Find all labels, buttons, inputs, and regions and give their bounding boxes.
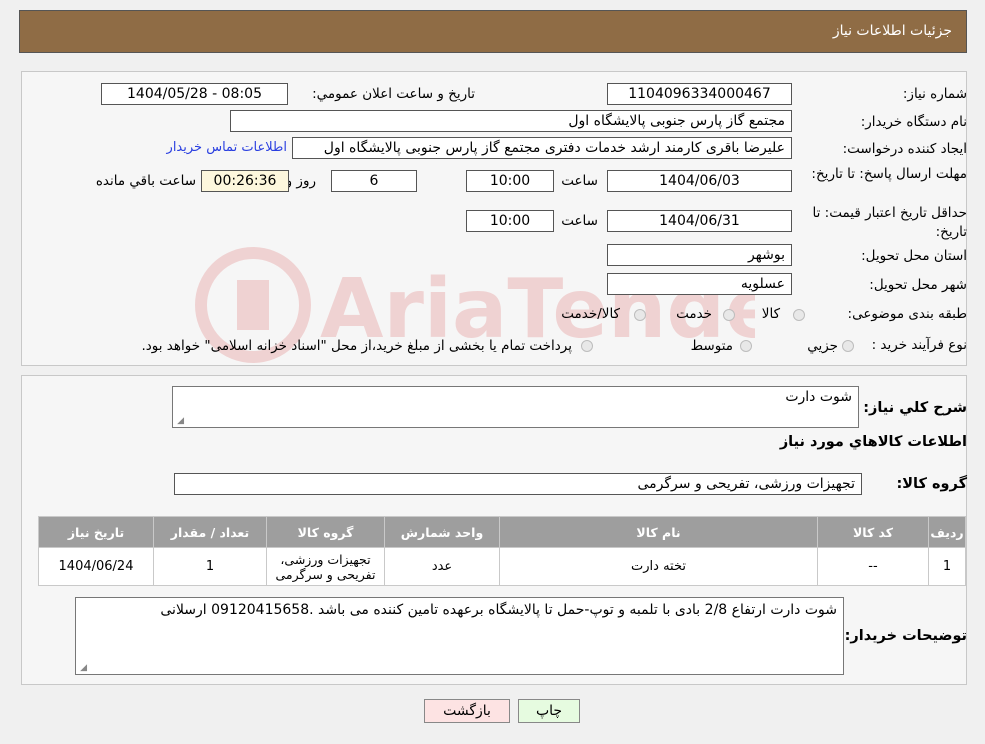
cell-group: تجهیزات ورزشی، تفریحی و سرگرمی: [266, 547, 385, 586]
cell-quantity: 1: [153, 547, 267, 586]
summary-textarea[interactable]: شوت دارت ◢: [172, 386, 859, 428]
remaining-time-label: ساعت باقي مانده: [95, 173, 196, 189]
category-goods-service-label: کالا/خدمت: [561, 306, 620, 322]
process-minor-label: جزیي: [807, 338, 838, 354]
creator-label: ایجاد کننده درخواست:: [842, 141, 967, 157]
col-header-row-number: ردیف: [928, 516, 966, 548]
buyer-contact-link[interactable]: اطلاعات تماس خریدار: [167, 140, 287, 155]
table-row: 1 -- تخته دارت عدد تجهیزات ورزشی، تفریحی…: [38, 547, 966, 586]
col-header-need-date: تاریخ نیاز: [38, 516, 154, 548]
col-header-quantity: تعداد / مقدار: [153, 516, 267, 548]
category-service-label: خدمت: [676, 306, 712, 322]
cell-row-number: 1: [928, 547, 966, 586]
validity-date-field: 1404/06/31: [607, 210, 792, 232]
need-number-label: شماره نیاز:: [902, 86, 967, 102]
category-goods-radio[interactable]: [793, 309, 805, 321]
page-header: جزئیات اطلاعات نیاز: [19, 10, 967, 53]
category-goods-service-radio[interactable]: [634, 309, 646, 321]
buyer-label: نام دستگاه خریدار:: [860, 114, 967, 130]
category-service-radio[interactable]: [723, 309, 735, 321]
cell-name: تخته دارت: [499, 547, 818, 586]
province-label: استان محل تحویل:: [861, 248, 967, 264]
col-header-unit: واحد شمارش: [384, 516, 500, 548]
price-validity-label: حداقل تاریخ اعتبار قیمت: تا تاریخ:: [812, 205, 967, 240]
process-medium-radio[interactable]: [740, 340, 752, 352]
days-field: 6: [331, 170, 417, 192]
items-table-wrapper: ردیف کد کالا نام کالا واحد شمارش گروه کا…: [38, 516, 966, 586]
resize-grip-icon[interactable]: ◢: [79, 664, 87, 673]
process-medium-label: متوسط: [690, 338, 733, 354]
resize-grip-icon[interactable]: ◢: [176, 417, 184, 426]
city-label: شهر محل تحویل:: [869, 277, 967, 293]
process-treasury-note: پرداخت تمام یا بخشی از مبلغ خرید،از محل …: [141, 338, 572, 354]
announce-label: تاریخ و ساعت اعلان عمومي:: [312, 86, 475, 102]
process-type-label: نوع فرآیند خرید :: [871, 337, 967, 353]
items-table: ردیف کد کالا نام کالا واحد شمارش گروه کا…: [38, 516, 966, 586]
creator-field: علیرضا باقری کارمند ارشد خدمات دفتری مجت…: [292, 137, 792, 159]
reply-time-field: 10:00: [466, 170, 554, 192]
page-title: جزئیات اطلاعات نیاز: [832, 23, 952, 39]
summary-label: شرح کلي نیاز:: [863, 400, 967, 416]
cell-code: --: [817, 547, 929, 586]
province-field: بوشهر: [607, 244, 792, 266]
col-header-group: گروه کالا: [266, 516, 385, 548]
validity-time-field: 10:00: [466, 210, 554, 232]
buyer-notes-label: توضیحات خریدار:: [844, 628, 967, 644]
goods-info-title: اطلاعات کالاهاي مورد نیاز: [779, 434, 967, 450]
category-goods-label: کالا: [761, 306, 780, 322]
process-treasury-radio[interactable]: [581, 340, 593, 352]
summary-text: شوت دارت: [785, 389, 852, 405]
buyer-notes-textarea[interactable]: شوت دارت ارتفاع 2/8 بادی با تلمبه و توپ-…: [75, 597, 844, 675]
table-header-row: ردیف کد کالا نام کالا واحد شمارش گروه کا…: [38, 516, 966, 548]
goods-group-label: گروه کالا:: [896, 476, 967, 492]
goods-group-field: تجهیزات ورزشی، تفریحی و سرگرمی: [174, 473, 862, 495]
reply-deadline-label: مهلت ارسال پاسخ: تا تاریخ:: [811, 166, 967, 182]
print-button[interactable]: چاپ: [518, 699, 580, 723]
process-minor-radio[interactable]: [842, 340, 854, 352]
need-number-field: 1104096334000467: [607, 83, 792, 105]
back-button[interactable]: بازگشت: [424, 699, 510, 723]
col-header-code: کد کالا: [817, 516, 929, 548]
city-field: عسلویه: [607, 273, 792, 295]
col-header-name: نام کالا: [499, 516, 818, 548]
reply-time-label: ساعت: [561, 173, 598, 189]
reply-date-field: 1404/06/03: [607, 170, 792, 192]
category-label: طبقه بندی موضوعی:: [847, 306, 967, 322]
announce-datetime-field: 1404/05/28 - 08:05: [101, 83, 288, 105]
validity-time-label: ساعت: [561, 213, 598, 229]
buyer-notes-text: شوت دارت ارتفاع 2/8 بادی با تلمبه و توپ-…: [160, 602, 837, 618]
cell-need-date: 1404/06/24: [38, 547, 154, 586]
cell-unit: عدد: [384, 547, 500, 586]
buyer-field: مجتمع گاز پارس جنوبی پالایشگاه اول: [230, 110, 792, 132]
remaining-time-field: 00:26:36: [201, 170, 289, 192]
days-label: روز و: [285, 173, 316, 189]
